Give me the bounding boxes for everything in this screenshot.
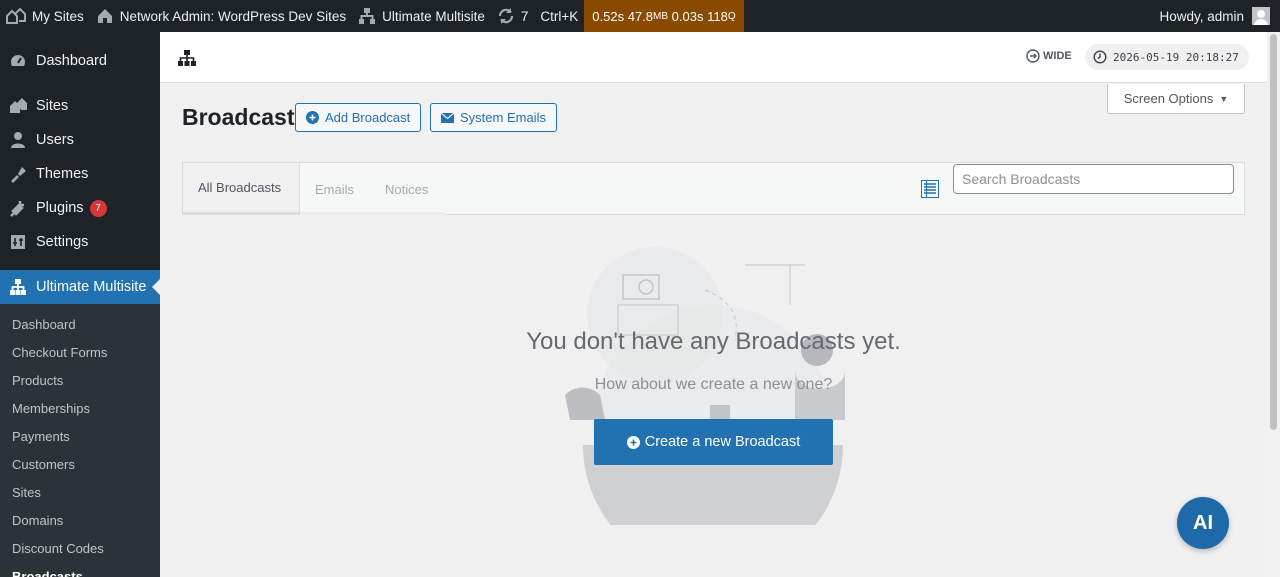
ai-assistant-label: AI [1193,511,1213,534]
themes-icon [9,165,27,183]
sidebar-item-themes[interactable]: Themes [0,157,160,191]
wide-label: WIDE [1043,50,1072,62]
perf-memory-unit: MB [653,10,669,22]
caret-down-icon: ▼ [1219,93,1229,104]
sidebar-item-label: Dashboard [36,53,107,69]
plus-circle-icon [626,435,640,449]
sidebar-item-label: Sites [36,98,69,114]
expand-icon [1026,49,1040,63]
tab-label: All Broadcasts [198,180,282,195]
submenu-products[interactable]: Products [0,367,160,395]
wide-toggle[interactable]: WIDE [1026,49,1072,63]
sites-icon [9,97,27,115]
perf-query-time: 0.03s [671,8,704,24]
howdy-label: Howdy, admin [1159,8,1244,24]
create-broadcast-button[interactable]: Create a new Broadcast [594,419,833,465]
submenu-checkout-forms[interactable]: Checkout Forms [0,339,160,367]
users-icon [9,131,27,149]
tab-all-broadcasts[interactable]: All Broadcasts [183,163,300,215]
shortcut-label: Ctrl+K [540,8,579,24]
screen-options-button[interactable]: Screen Options ▼ [1107,84,1245,114]
screen-options-label: Screen Options [1123,91,1214,106]
clock-value: 2026-05-19 20:18:27 [1113,50,1239,64]
network-admin-link[interactable]: Network Admin: WordPress Dev Sites [90,0,352,32]
sidebar-item-settings[interactable]: Settings [0,225,160,259]
sidebar-item-label: Ultimate Multisite [36,279,147,295]
top-header: WIDE 2026-05-19 20:18:27 [160,32,1267,83]
sidebar-item-sites[interactable]: Sites [0,89,160,123]
ultimate-multisite-submenu: Dashboard Checkout Forms Products Member… [0,304,160,577]
submenu-dashboard[interactable]: Dashboard [0,311,160,339]
plugins-update-badge: 7 [89,199,107,217]
submenu-customers[interactable]: Customers [0,451,160,479]
perf-memory: 47.8 [627,8,654,24]
sidebar-item-label: Settings [36,234,89,250]
sidebar-item-dashboard[interactable]: Dashboard [0,44,160,78]
scrollbar-thumb[interactable] [1270,34,1277,430]
sidebar-item-label: Plugins [36,200,84,216]
perf-queries: 118 [707,8,728,24]
plugins-icon [9,199,27,217]
perf-time: 0.52s [592,8,625,24]
ultimate-multisite-label: Ultimate Multisite [382,8,485,24]
tab-notices[interactable]: Notices [370,163,443,215]
updates-count: 7 [520,8,529,24]
add-broadcast-label: Add Broadcast [325,110,411,125]
create-broadcast-label: Create a new Broadcast [644,434,801,450]
submenu-broadcasts[interactable]: Broadcasts [0,563,160,577]
submenu-payments[interactable]: Payments [0,423,160,451]
empty-state-subtitle: How about we create a new one? [594,376,833,393]
tab-label: Emails [315,181,355,197]
sidebar-item-users[interactable]: Users [0,123,160,157]
dashboard-icon [9,52,27,70]
home-icon [97,9,112,23]
add-broadcast-button[interactable]: Add Broadcast [295,103,422,132]
submenu-domains[interactable]: Domains [0,507,160,535]
system-emails-button[interactable]: System Emails [430,103,557,132]
empty-state-title: You don't have any Broadcasts yet. [526,328,901,355]
ai-assistant-button[interactable]: AI [1177,497,1229,549]
updates-icon [498,8,513,24]
sidebar-item-ultimate-multisite[interactable]: Ultimate Multisite [0,270,160,304]
avatar [1252,7,1270,25]
page-title: Broadcast [182,104,295,130]
account-menu[interactable]: Howdy, admin [1159,7,1280,25]
list-view-icon[interactable] [921,180,939,203]
settings-icon [9,233,27,251]
tab-emails[interactable]: Emails [300,163,369,215]
page-scrollbar[interactable] [1267,32,1280,577]
network-icon [9,278,27,296]
sidebar-item-label: Themes [36,166,89,182]
envelope-icon [441,112,454,123]
network-admin-label: Network Admin: WordPress Dev Sites [119,8,347,24]
perf-queries-unit: Q [727,10,736,22]
tabs-divider [300,212,445,215]
updates-link[interactable]: 7 [491,0,535,32]
my-sites-label: My Sites [32,8,84,24]
search-input[interactable] [953,164,1234,194]
network-icon [359,8,376,24]
server-clock: 2026-05-19 20:18:27 [1085,44,1249,70]
tab-label: Notices [385,181,429,197]
plus-circle-icon [306,111,319,124]
system-emails-label: System Emails [460,110,546,125]
submenu-discount-codes[interactable]: Discount Codes [0,535,160,563]
admin-bar: My Sites Network Admin: WordPress Dev Si… [0,0,1280,32]
submenu-sites[interactable]: Sites [0,479,160,507]
my-sites-link[interactable]: My Sites [0,0,90,32]
command-palette-shortcut[interactable]: Ctrl+K [534,0,584,32]
network-logo-icon[interactable] [177,50,197,71]
query-monitor-stats[interactable]: 0.52s 47.8 MB 0.03s 118 Q [584,0,744,32]
my-sites-icon [6,7,26,24]
admin-sidebar: Dashboard Sites Users Themes Plugins 7 S… [0,32,160,577]
sidebar-item-label: Users [36,132,74,148]
filter-tabs-panel: All Broadcasts Emails Notices [182,162,1245,215]
submenu-memberships[interactable]: Memberships [0,395,160,423]
sidebar-item-plugins[interactable]: Plugins 7 [0,191,160,225]
ultimate-multisite-link[interactable]: Ultimate Multisite [352,0,491,32]
clock-icon [1093,50,1107,64]
